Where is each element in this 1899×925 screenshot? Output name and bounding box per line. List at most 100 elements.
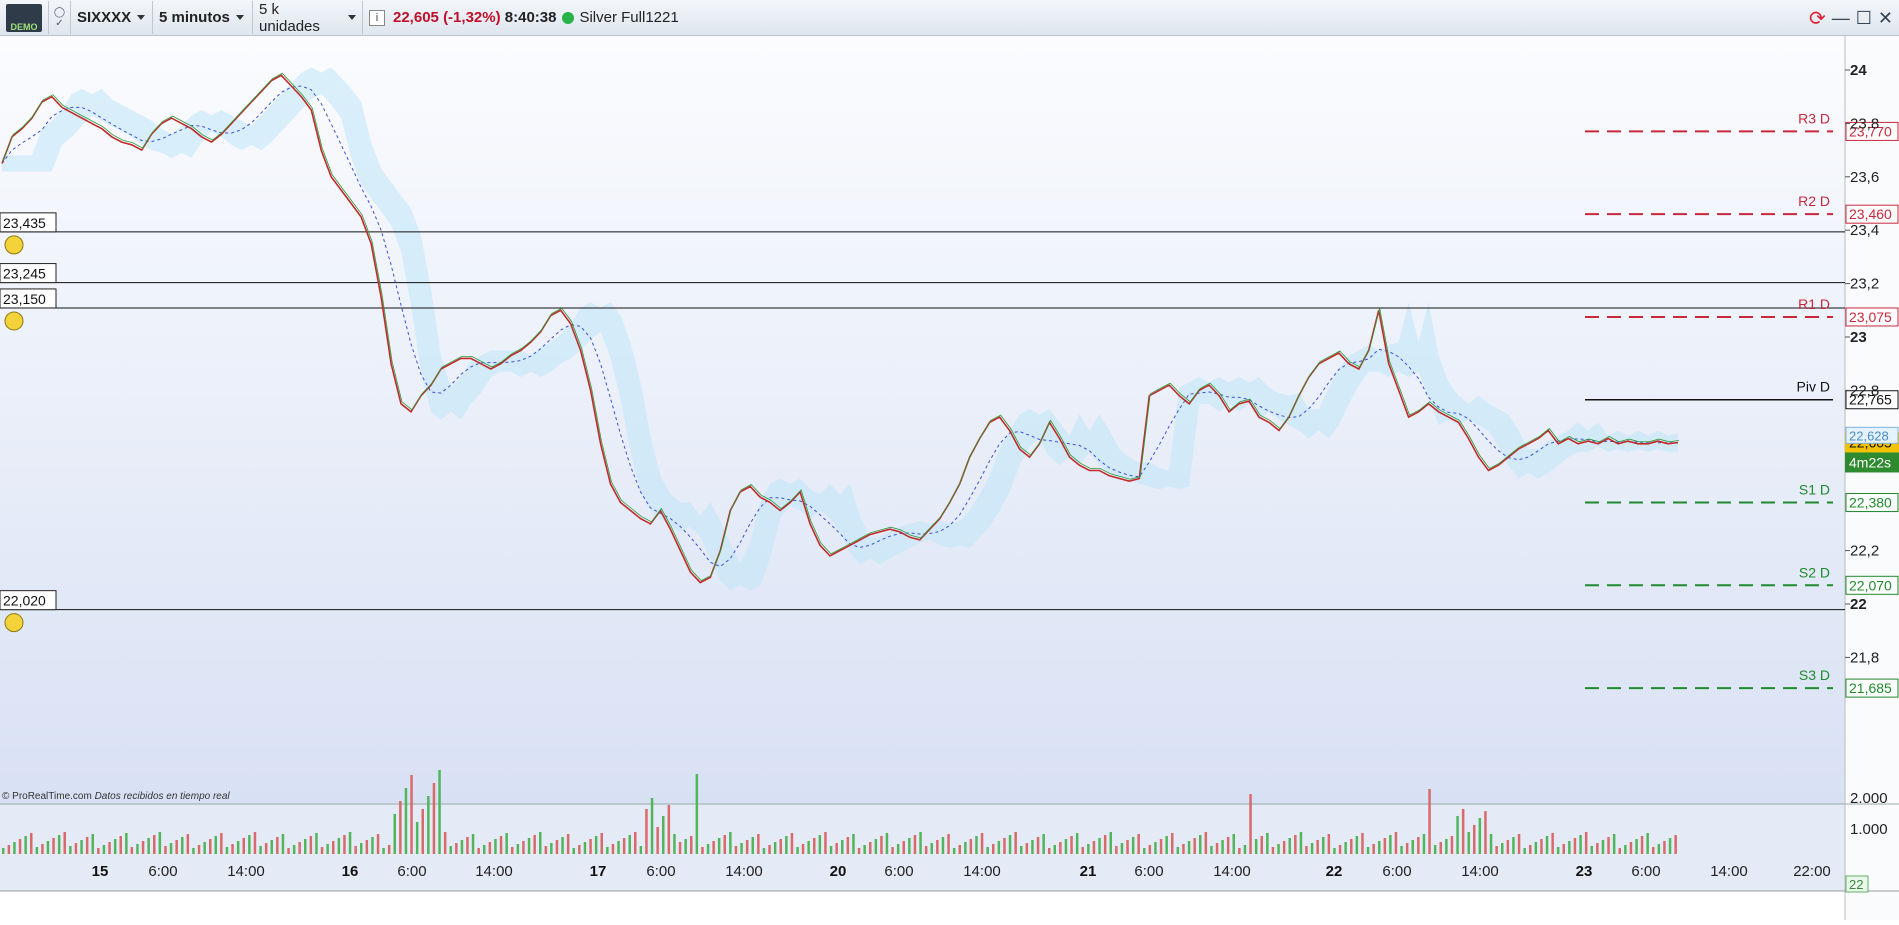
volume-bar — [796, 847, 799, 854]
volume-bar — [1277, 844, 1280, 854]
close-icon[interactable]: ✕ — [1878, 8, 1893, 29]
info-icon[interactable]: i — [369, 9, 385, 26]
volume-bar — [365, 840, 369, 854]
pivot-name: S3 D — [1799, 667, 1830, 683]
volume-bar — [807, 841, 810, 854]
volume-bar — [1025, 843, 1029, 854]
volume-bar — [427, 796, 430, 854]
volume-bar — [80, 840, 83, 854]
volume-bar — [1618, 848, 1621, 854]
volume-bar — [712, 841, 715, 854]
volume-bar — [141, 841, 145, 854]
volume-bar — [768, 845, 771, 854]
volume-bar — [264, 843, 268, 854]
volume-bar — [7, 845, 11, 854]
volume-bar — [175, 840, 178, 854]
x-time-label: 22:00 — [1793, 863, 1831, 880]
volume-bar — [181, 837, 184, 854]
volume-bar — [1573, 838, 1577, 854]
maximize-icon[interactable]: ☐ — [1856, 8, 1872, 29]
volume-bar — [673, 834, 676, 854]
refresh-icon[interactable]: ⟳ — [1809, 6, 1826, 31]
x-time-label: 6:00 — [884, 863, 913, 880]
alert-label: 22,020 — [3, 593, 46, 609]
volume-bar — [360, 843, 363, 854]
volume-bar — [941, 837, 945, 854]
check-icon[interactable]: ✓ — [55, 18, 63, 29]
volume-bar — [220, 833, 223, 854]
volume-bar — [706, 844, 710, 854]
volume-bar — [102, 845, 106, 854]
volume-bar — [952, 848, 956, 854]
volume-bar — [600, 833, 603, 854]
x-day-label: 17 — [590, 863, 607, 880]
volume-bar — [594, 836, 598, 854]
y-tick-label: 24 — [1850, 62, 1867, 79]
volume-bar — [1226, 837, 1230, 854]
volume-bar — [1243, 845, 1247, 854]
volume-bar — [13, 842, 16, 854]
volume-bar — [410, 775, 413, 854]
volume-bar — [113, 839, 117, 854]
volume-bar — [874, 839, 878, 854]
volume-bar — [1310, 843, 1314, 854]
volume-bar — [1271, 847, 1275, 854]
volume-bar — [1327, 834, 1331, 854]
volume-bar — [1361, 833, 1364, 854]
volume-bar — [270, 840, 273, 854]
data-source: Silver Full1221 — [579, 9, 679, 26]
volume-bar — [818, 835, 822, 854]
volume-bar — [253, 832, 257, 854]
volume-bar — [281, 834, 285, 854]
chart-toolbar: DEMO ◯ ✓ SIXXXX 5 minutos 5 k unidades i… — [0, 0, 1899, 36]
volume-bar — [544, 846, 548, 854]
volume-bar — [846, 837, 850, 854]
volume-bar — [376, 834, 380, 854]
volume-bar — [348, 832, 352, 854]
timeframe-selector[interactable]: 5 minutos — [153, 1, 253, 34]
volume-bar — [1355, 836, 1359, 854]
volume-bar — [1517, 834, 1521, 854]
volume-bar — [695, 774, 699, 854]
volume-bar — [1350, 839, 1353, 854]
volume-bar — [421, 809, 424, 854]
volume-bar — [1344, 842, 1347, 854]
volume-bar — [606, 847, 609, 854]
volume-bar — [1143, 848, 1146, 854]
pivot-value: 22,380 — [1849, 495, 1892, 511]
x-time-label: 14:00 — [227, 863, 265, 880]
pivot-value: 21,685 — [1849, 680, 1892, 696]
volume-bar — [1171, 833, 1174, 854]
alert-label: 23,245 — [3, 266, 46, 282]
volume-bar — [1568, 841, 1571, 854]
units-selector[interactable]: 5 k unidades — [253, 1, 363, 35]
volume-bar — [1003, 838, 1006, 854]
volume-bar — [1092, 841, 1096, 854]
volume-bar — [1282, 841, 1286, 854]
symbol-selector[interactable]: SIXXXX — [71, 1, 153, 34]
volume-bar — [947, 834, 950, 854]
volume-bar — [801, 844, 805, 854]
volume-bar — [1070, 836, 1073, 854]
volume-bar — [1059, 842, 1062, 854]
volume-bar — [57, 835, 61, 854]
link-lock-section[interactable]: ◯ ✓ — [49, 1, 71, 34]
link-icon[interactable]: ◯ — [54, 7, 65, 18]
price-change: (-1,32%) — [443, 9, 501, 26]
volume-bar — [1137, 834, 1140, 854]
volume-bar — [891, 847, 894, 854]
volume-bar — [488, 842, 492, 854]
volume-bar — [1562, 844, 1565, 854]
countdown-label: 4m22s — [1849, 454, 1891, 470]
volume-bar — [1053, 845, 1056, 854]
chart-area[interactable]: 23,435 23,245 23,150 22,020 R3 D 23,770 R2 D2… — [0, 36, 1899, 920]
volume-bar — [930, 843, 933, 854]
minimize-icon[interactable]: — — [1832, 8, 1850, 29]
price-chart[interactable]: 23,43523,24523,15022,020 R3 D23,770R2 D2… — [0, 36, 1899, 920]
volume-bar — [231, 844, 234, 854]
volume-bar — [1159, 839, 1163, 854]
bell-icon — [4, 613, 24, 633]
volume-bar — [203, 842, 206, 854]
volume-bar — [30, 833, 33, 854]
y-tick-label: 23,2 — [1850, 276, 1879, 293]
